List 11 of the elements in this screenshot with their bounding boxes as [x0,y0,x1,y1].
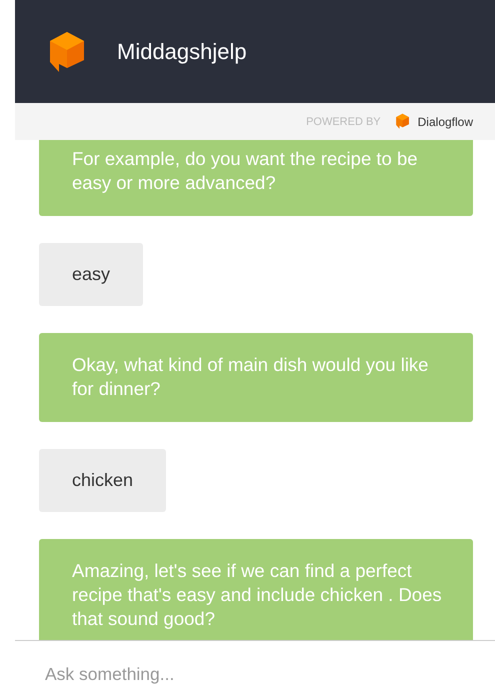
app-title: Middagshjelp [117,38,247,64]
brand-name: Dialogflow [418,114,473,128]
bot-message: Okay, what kind of main dish would you like for dinner? [39,333,473,422]
user-message: chicken [39,449,166,512]
chat-cube-logo-icon [47,30,87,74]
bot-message: Amazing, let's see if we can find a perfect recipe that's easy and include chicken . Does that sound good? [39,539,473,640]
message-input[interactable]: Ask something... [45,664,485,685]
powered-by-label: POWERED BY [306,116,381,128]
chat-cube-icon [394,113,410,130]
user-message: easy [39,243,144,306]
bot-message: For example, do you want the recipe to be easy or more advanced? [39,140,473,216]
